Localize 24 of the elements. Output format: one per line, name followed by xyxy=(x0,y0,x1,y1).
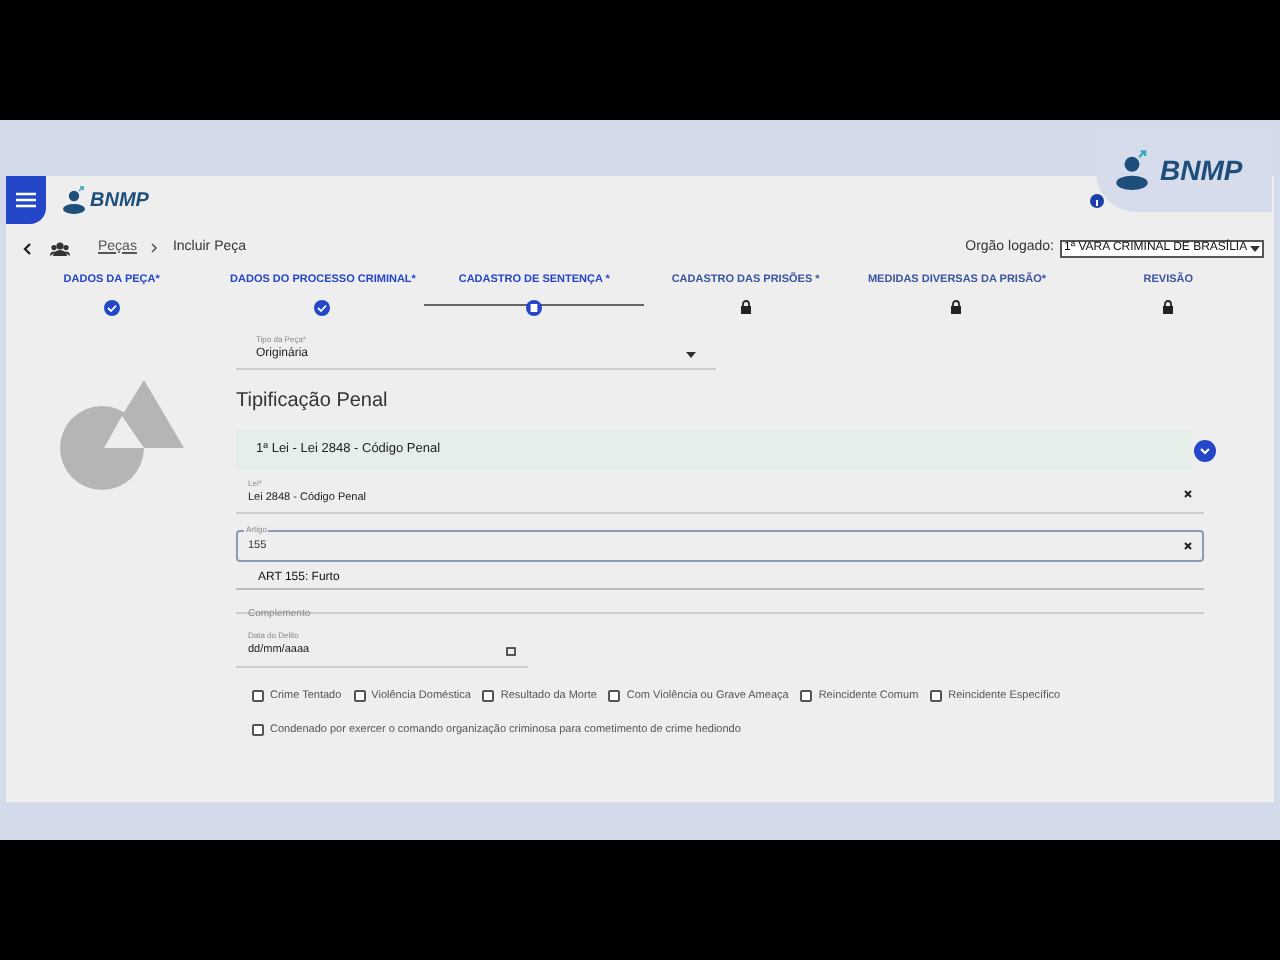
lock-icon xyxy=(1162,300,1175,315)
section-title: Tipificação Penal xyxy=(236,388,390,416)
person-logo-icon xyxy=(62,186,86,214)
lock-icon xyxy=(950,300,963,315)
clear-icon xyxy=(1184,490,1192,498)
lock-icon xyxy=(739,300,752,315)
clear-icon xyxy=(1184,542,1192,551)
chevron-icon[interactable] xyxy=(1194,439,1216,461)
person-logo-icon xyxy=(1112,150,1152,190)
calendar-icon xyxy=(506,645,516,656)
chevron-right-icon xyxy=(150,242,159,254)
caret-icon xyxy=(1250,245,1260,251)
menu-icon xyxy=(16,192,36,208)
check-icon xyxy=(314,300,331,317)
placeholder-drawing xyxy=(59,380,183,492)
check-icon xyxy=(103,300,120,317)
menu-button[interactable] xyxy=(6,176,46,224)
current-step-icon xyxy=(526,300,543,317)
logo-text: BNMP xyxy=(90,187,149,215)
info-icon[interactable] xyxy=(1090,193,1104,207)
users-icon xyxy=(50,241,70,255)
caret-icon xyxy=(686,352,696,358)
back-icon[interactable] xyxy=(22,241,32,255)
logo-text: BNMP xyxy=(1160,151,1243,189)
